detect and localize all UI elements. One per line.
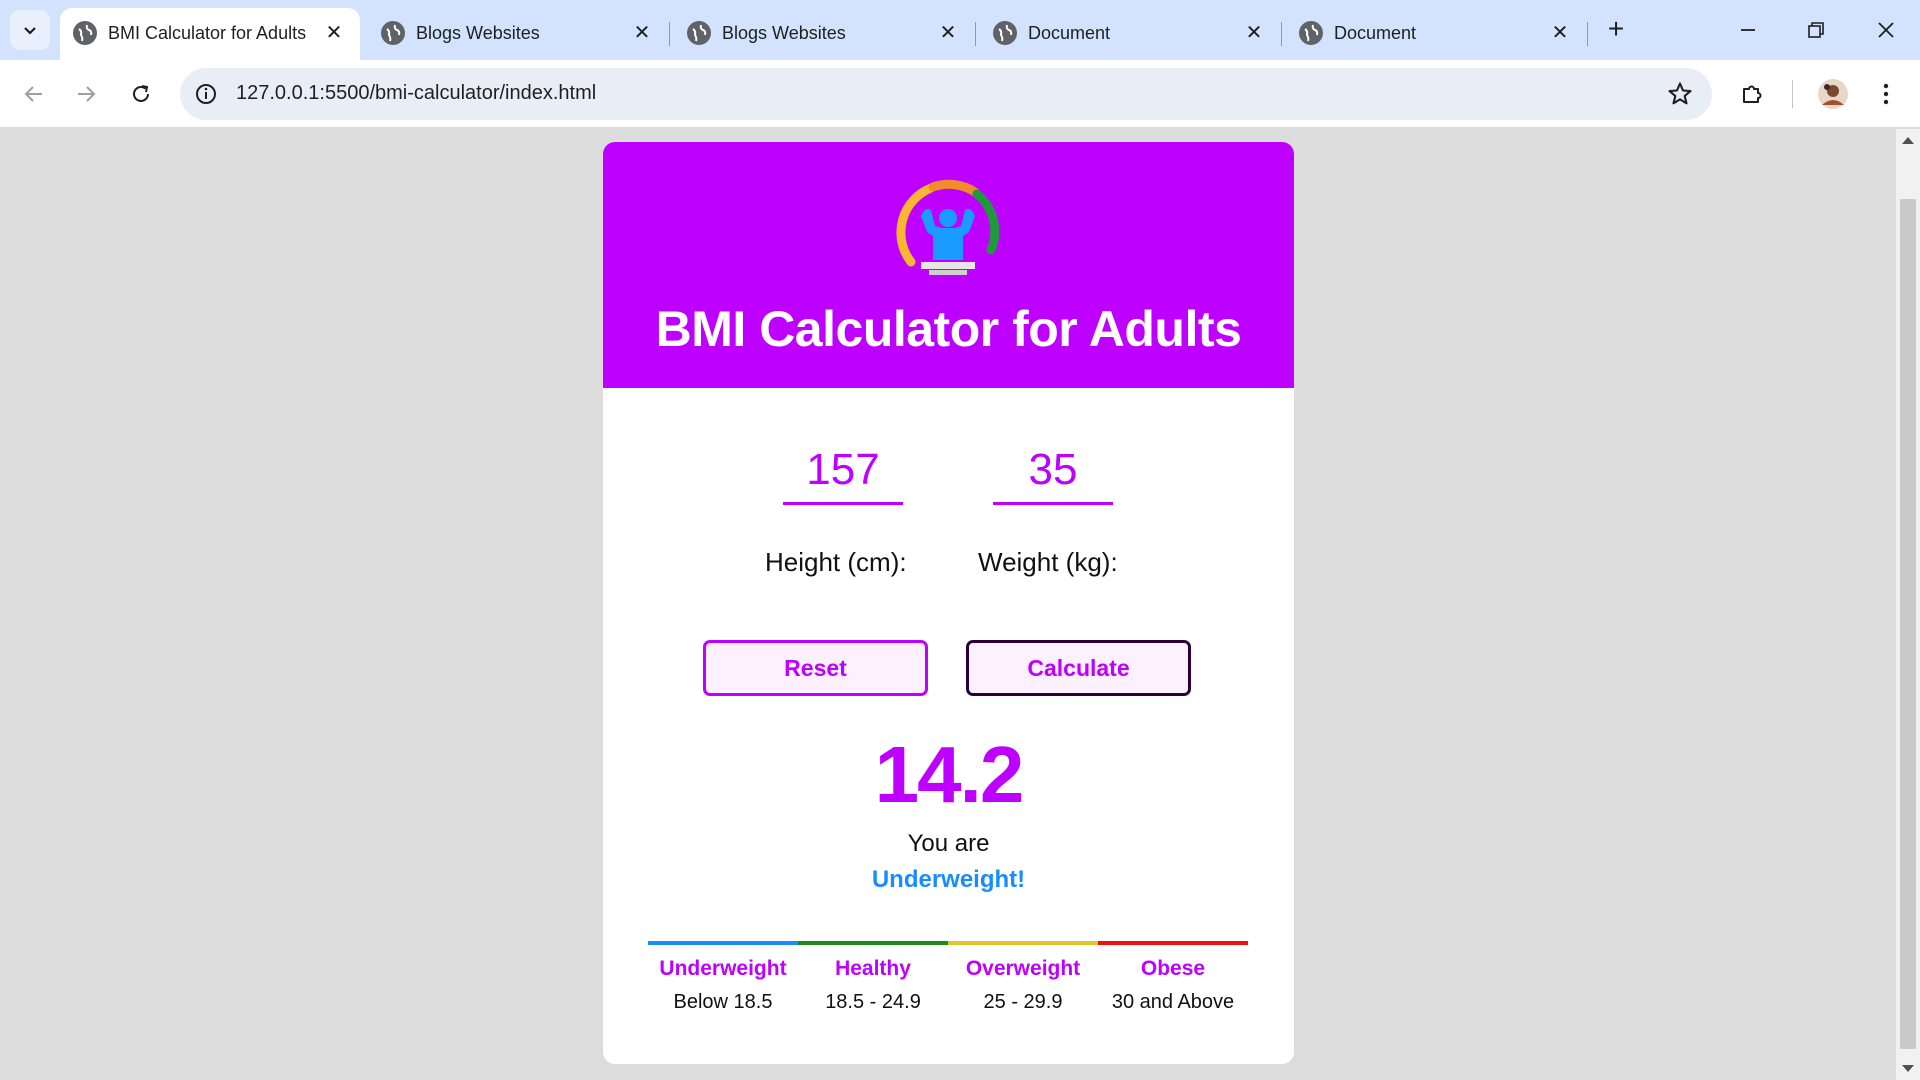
- page-viewport: BMI Calculator for Adults Height (cm): W…: [0, 129, 1896, 1080]
- scrollbar-thumb[interactable]: [1900, 199, 1916, 1049]
- tab-title: BMI Calculator for Adults: [108, 23, 307, 43]
- calculate-button[interactable]: Calculate: [966, 640, 1191, 696]
- close-icon[interactable]: ✕: [1548, 21, 1572, 45]
- weight-field: [993, 437, 1113, 505]
- weight-input[interactable]: [993, 437, 1113, 505]
- range-value: 25 - 29.9: [983, 991, 1063, 1013]
- tab-title: Blogs Websites: [722, 23, 846, 43]
- scroll-down-icon[interactable]: [1902, 1065, 1914, 1072]
- tab-title: Document: [1334, 23, 1417, 43]
- weight-label: Weight (kg):: [978, 547, 1118, 577]
- tab-document-1[interactable]: Document ✕: [980, 8, 1280, 60]
- globe-icon: [73, 21, 97, 45]
- bmi-result: 14.2: [874, 730, 1025, 819]
- range-bar: [948, 941, 1098, 945]
- tab-title: Document: [1028, 23, 1111, 43]
- avatar-icon: [1818, 79, 1848, 109]
- info-icon[interactable]: [194, 82, 218, 106]
- url-text[interactable]: 127.0.0.1:5500/bmi-calculator/index.html: [236, 82, 596, 105]
- close-icon: [1878, 22, 1894, 38]
- profile-avatar[interactable]: [1815, 76, 1851, 112]
- height-label: Height (cm):: [765, 547, 907, 577]
- back-button[interactable]: [14, 74, 54, 114]
- restore-icon: [1808, 22, 1824, 38]
- minimize-icon: [1741, 29, 1755, 31]
- range-value: 18.5 - 24.9: [825, 991, 921, 1013]
- close-icon[interactable]: ✕: [936, 21, 960, 45]
- chevron-down-icon: [24, 27, 36, 35]
- arrow-left-icon: [24, 86, 42, 102]
- toolbar-divider: [1792, 80, 1793, 108]
- reload-icon: [133, 85, 149, 102]
- more-vertical-icon: [1883, 83, 1889, 105]
- tab-blogs-websites-1[interactable]: Blogs Websites ✕: [368, 8, 668, 60]
- range-bar: [1098, 941, 1248, 945]
- scroll-up-icon[interactable]: [1902, 137, 1914, 144]
- minimize-button[interactable]: [1724, 10, 1772, 50]
- tab-search-button[interactable]: [10, 10, 50, 50]
- tab-strip: BMI Calculator for Adults ✕ Blogs Websit…: [0, 0, 1920, 60]
- forward-button[interactable]: [66, 74, 106, 114]
- puzzle-icon: [1743, 85, 1762, 103]
- restore-button[interactable]: [1792, 10, 1840, 50]
- range-name: Healthy: [835, 957, 911, 980]
- height-input[interactable]: [783, 437, 903, 505]
- tab-document-2[interactable]: Document ✕: [1286, 8, 1586, 60]
- globe-icon: [381, 21, 405, 45]
- globe-icon: [993, 21, 1017, 45]
- globe-icon: [687, 21, 711, 45]
- range-bar: [648, 941, 798, 945]
- close-icon[interactable]: ✕: [1242, 21, 1266, 45]
- bmi-card: BMI Calculator for Adults Height (cm): W…: [603, 142, 1294, 1064]
- reset-button[interactable]: Reset: [703, 640, 928, 696]
- close-icon[interactable]: ✕: [322, 21, 346, 45]
- reload-button[interactable]: [121, 74, 161, 114]
- range-name: Overweight: [965, 957, 1081, 980]
- card-header: BMI Calculator for Adults: [603, 142, 1294, 388]
- bookmark-star-icon[interactable]: [1666, 80, 1694, 108]
- bmi-logo-icon: [896, 179, 1000, 275]
- tab-title: Blogs Websites: [416, 23, 540, 43]
- tab-separator: [1281, 22, 1282, 46]
- vertical-scrollbar[interactable]: [1896, 129, 1920, 1080]
- range-value: Below 18.5: [673, 991, 773, 1013]
- tab-blogs-websites-2[interactable]: Blogs Websites ✕: [674, 8, 974, 60]
- address-bar[interactable]: 127.0.0.1:5500/bmi-calculator/index.html: [180, 68, 1712, 120]
- close-icon[interactable]: ✕: [630, 21, 654, 45]
- arrow-right-icon: [78, 86, 96, 102]
- tab-bmi-calculator[interactable]: BMI Calculator for Adults ✕: [60, 8, 360, 60]
- result-prefix: You are: [907, 830, 990, 857]
- browser-toolbar: 127.0.0.1:5500/bmi-calculator/index.html: [0, 60, 1920, 128]
- tab-separator: [975, 22, 976, 46]
- range-name: Obese: [1140, 957, 1206, 980]
- tab-separator: [669, 22, 670, 46]
- status-text: Underweight!: [871, 866, 1026, 893]
- new-tab-button[interactable]: +: [1600, 14, 1632, 46]
- range-bar: [798, 941, 948, 945]
- range-value: 30 and Above: [1111, 991, 1235, 1013]
- height-field: [783, 437, 903, 505]
- browser-menu-button[interactable]: [1868, 76, 1904, 112]
- globe-icon: [1299, 21, 1323, 45]
- range-name: Underweight: [659, 957, 787, 980]
- extensions-button[interactable]: [1734, 76, 1770, 112]
- close-window-button[interactable]: [1862, 10, 1910, 50]
- tab-separator: [1587, 22, 1588, 46]
- page-title: BMI Calculator for Adults: [655, 301, 1242, 357]
